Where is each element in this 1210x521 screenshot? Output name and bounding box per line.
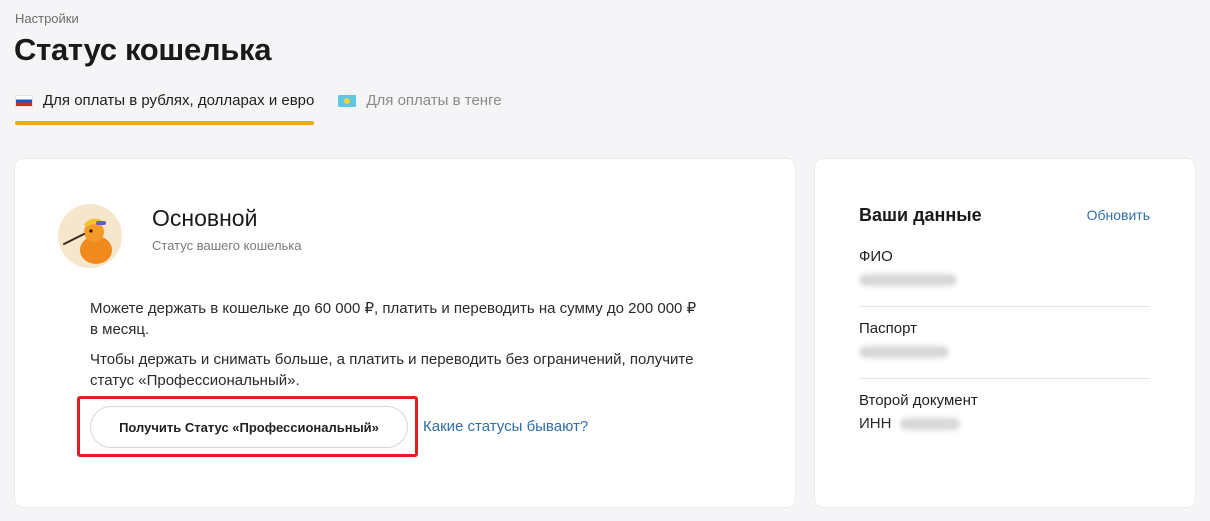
divider bbox=[859, 306, 1150, 307]
redacted-value bbox=[899, 418, 960, 431]
field-label: Второй документ bbox=[859, 392, 978, 409]
field-value-redacted: ИНН bbox=[859, 415, 1150, 433]
currency-tabs: Для оплаты в рублях, долларах и евро Для… bbox=[15, 88, 502, 126]
flag-ru-icon bbox=[15, 95, 33, 107]
status-avatar-bird-icon bbox=[58, 204, 122, 268]
field-full-name: ФИО bbox=[859, 248, 1150, 289]
divider bbox=[859, 378, 1150, 379]
page-title: Статус кошелька bbox=[14, 32, 272, 67]
status-description-upgrade: Чтобы держать и снимать больше, а платит… bbox=[90, 351, 694, 389]
field-second-document: Второй документ ИНН bbox=[859, 392, 1150, 433]
field-label: Паспорт bbox=[859, 320, 917, 337]
refresh-data-link[interactable]: Обновить bbox=[1087, 207, 1150, 223]
your-data-card: Ваши данные Обновить ФИО Паспорт Второй … bbox=[815, 159, 1195, 507]
status-description-limits: Можете держать в кошельке до 60 000 ₽, п… bbox=[90, 300, 697, 338]
tab-label: Для оплаты в тенге bbox=[366, 92, 502, 109]
field-value-redacted bbox=[859, 343, 1150, 361]
status-subtitle: Статус вашего кошелька bbox=[152, 238, 302, 253]
field-label: ФИО bbox=[859, 248, 893, 265]
statuses-info-link[interactable]: Какие статусы бывают? bbox=[423, 418, 588, 435]
get-professional-status-button[interactable]: Получить Статус «Профессиональный» bbox=[90, 406, 408, 448]
field-value-redacted bbox=[859, 271, 1150, 289]
field-passport: Паспорт bbox=[859, 320, 1150, 361]
flag-kz-icon bbox=[338, 95, 357, 107]
redacted-value bbox=[859, 274, 957, 287]
bird-icon bbox=[58, 204, 122, 268]
breadcrumb[interactable]: Настройки bbox=[15, 11, 79, 26]
tab-label: Для оплаты в рублях, долларах и евро bbox=[43, 92, 315, 109]
status-name: Основной bbox=[152, 205, 258, 231]
redacted-value bbox=[859, 346, 949, 359]
tab-rub-usd-eur[interactable]: Для оплаты в рублях, долларах и евро bbox=[15, 88, 315, 126]
status-card: Основной Статус вашего кошелька Можете д… bbox=[15, 159, 795, 507]
your-data-title: Ваши данные bbox=[859, 205, 982, 225]
document-type: ИНН bbox=[859, 415, 892, 432]
tab-kzt[interactable]: Для оплаты в тенге bbox=[338, 88, 502, 126]
